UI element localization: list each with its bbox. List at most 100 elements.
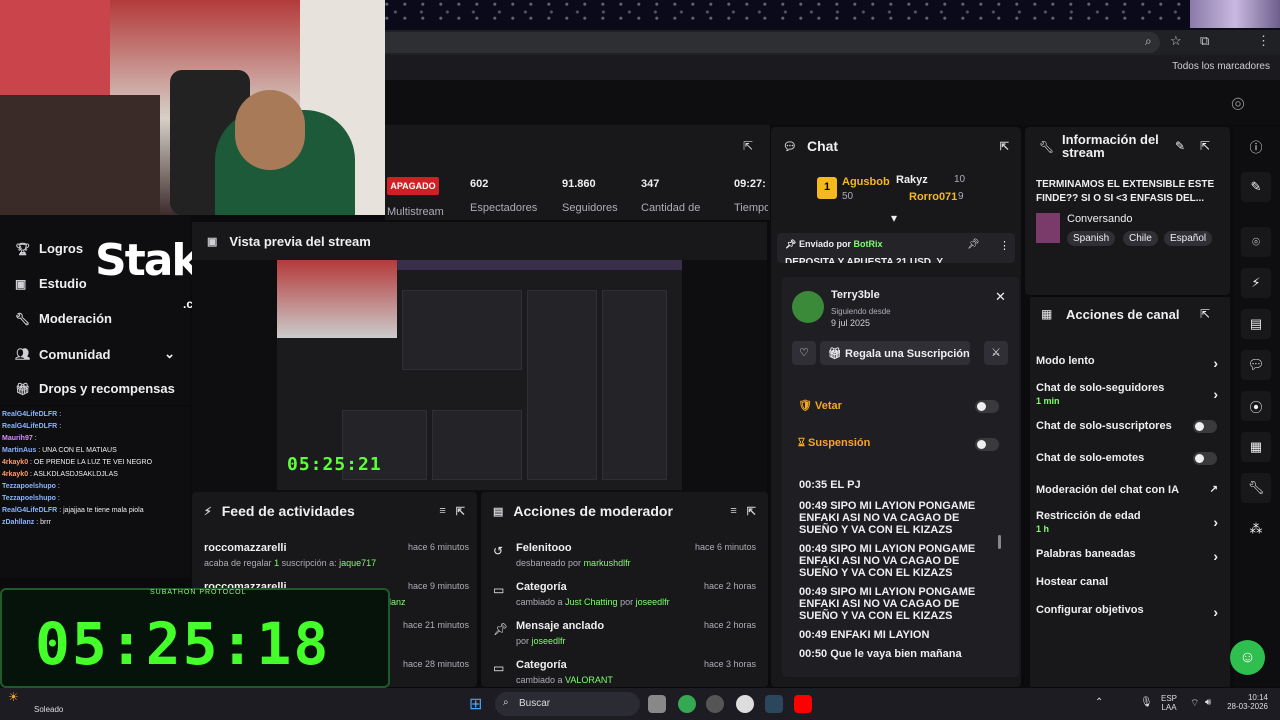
extensions-icon[interactable]: ⧉ — [1200, 33, 1209, 49]
popout-icon[interactable]: ⇱ — [1200, 139, 1210, 153]
user-message-history: 00:35 EL PJ 00:49 SIPO MI LAYION PONGAME… — [799, 479, 994, 660]
mod-action-item[interactable]: 📌︎ Mensaje anclado por joseedlfr hace 2 … — [493, 620, 756, 646]
action-ai-moderation[interactable]: Moderación del chat con IA ↗ — [1036, 484, 1224, 496]
task-view-icon[interactable] — [648, 695, 666, 713]
category-name[interactable]: Conversando — [1067, 213, 1132, 225]
mod-action-desc: cambiado a VALORANT — [516, 675, 613, 685]
tag-chip[interactable]: Español — [1164, 231, 1213, 246]
feed-item[interactable]: roccomazzarelli acaba de regalar 1 suscr… — [204, 542, 469, 568]
windows-start-icon[interactable]: ⊞ — [469, 694, 482, 714]
follow-heart-button[interactable]: ♡ — [792, 341, 816, 365]
taskbar-search-input[interactable]: ⌕ Buscar — [495, 692, 640, 716]
youtube-icon[interactable] — [794, 695, 812, 713]
wrench-icon: 🔧︎ — [1039, 140, 1055, 154]
filter-icon[interactable]: ≡ — [730, 505, 736, 517]
unpin-icon[interactable]: 📌︎ — [967, 239, 980, 250]
browser-menu-icon[interactable]: ⋮ — [1257, 33, 1270, 49]
address-bar[interactable] — [385, 32, 1160, 53]
sidebar-item-comunidad[interactable]: 👥︎ Comunidad ⌄ — [15, 346, 175, 362]
broadcast-icon[interactable]: ⦿ — [1241, 391, 1271, 421]
scrollbar[interactable] — [998, 535, 1001, 549]
wrench-icon[interactable]: 🔧︎ — [1241, 473, 1271, 503]
profile-picture-thumbnail — [1190, 0, 1280, 28]
clock[interactable]: 10:14 28-03-2026 — [1226, 693, 1268, 711]
ban-toggle[interactable] — [975, 400, 999, 413]
top-gifter-rank-badge: 1 — [817, 177, 837, 199]
action-followers-only[interactable]: Chat de solo-seguidores 1 min › — [1036, 382, 1224, 406]
network-icon[interactable]: ⌔ — [1190, 697, 1199, 710]
top-gifter-name[interactable]: Agusbob — [842, 176, 890, 188]
app-icon[interactable] — [706, 695, 724, 713]
microphone-icon[interactable]: 🎙︎ — [1140, 697, 1153, 708]
popout-icon[interactable]: ⇱ — [747, 505, 756, 518]
close-icon[interactable]: ✕ — [995, 289, 1006, 305]
stat-followers-label: Seguidores — [562, 202, 618, 214]
user-avatar-icon[interactable]: ◎ — [1231, 93, 1245, 113]
tag-chip[interactable]: Spanish — [1067, 231, 1116, 246]
chevron-right-icon: › — [1213, 604, 1218, 620]
all-bookmarks-button[interactable]: Todos los marcadores — [1172, 61, 1270, 72]
action-configure-goals[interactable]: Configurar objetivos › — [1036, 604, 1224, 620]
mod-action-item[interactable]: ▭ Categoría cambiado a Just Chatting por… — [493, 581, 756, 607]
activity-feed-title: Feed de actividades — [221, 503, 355, 519]
pinned-message-header: 📌︎ Enviado por BotRix — [785, 239, 883, 249]
info-icon[interactable]: ⓘ — [1241, 131, 1271, 161]
pinned-message-text: DEPOSITA Y APUESTA 21 USD, Y — [785, 257, 944, 263]
bookmark-star-icon[interactable]: ☆ — [1170, 33, 1182, 49]
mod-action-item[interactable]: ▭ Categoría cambiado a VALORANT hace 3 h… — [493, 659, 756, 685]
chrome-icon[interactable] — [678, 695, 696, 713]
heart-icon: ♡ — [799, 347, 809, 359]
action-banned-words[interactable]: Palabras baneadas › — [1036, 548, 1224, 564]
sidebar-item-logros[interactable]: 🏆︎ Logros — [15, 241, 83, 256]
community-icon[interactable]: ⁂ — [1241, 514, 1271, 544]
media-player-icon[interactable] — [736, 695, 754, 713]
steam-icon[interactable] — [765, 695, 783, 713]
pinned-message[interactable]: 📌︎ Enviado por BotRix DEPOSITA Y APUESTA… — [777, 233, 1015, 263]
top-gifter-name[interactable]: Rakyz — [896, 174, 928, 186]
sidebar-item-moderacion[interactable]: 🔧︎ Moderación — [15, 311, 112, 326]
tag-chip[interactable]: Chile — [1123, 231, 1158, 246]
action-age-restriction[interactable]: Restricción de edad 1 h › — [1036, 510, 1224, 534]
popout-icon[interactable]: ⇱ — [743, 139, 753, 153]
mod-tools-button[interactable]: ⚔︎ — [984, 341, 1008, 365]
bolt-icon[interactable]: ⚡︎ — [1241, 268, 1271, 298]
chevron-up-icon[interactable]: ⌃ — [1095, 697, 1103, 708]
chatlog-line: RealG4LifeDLFR : jajajjaa te tiene mala … — [2, 507, 144, 514]
weather-icon[interactable]: ☀︎ — [8, 690, 19, 704]
user-card-name[interactable]: Terry3ble — [831, 289, 880, 301]
mod-action-desc: por joseedlfr — [516, 636, 566, 646]
weather-label[interactable]: Soleado — [34, 705, 63, 714]
edit-icon[interactable]: ✎ — [1241, 172, 1271, 202]
feed-item-time: hace 9 minutos — [407, 581, 469, 591]
document-icon[interactable]: ▤ — [1241, 309, 1271, 339]
sidebar-item-drops[interactable]: 🎁︎ Drops y recompensas — [15, 381, 175, 396]
popout-icon[interactable]: ⇱ — [1200, 307, 1210, 321]
help-icon[interactable]: ☺ — [1230, 640, 1265, 675]
top-gifter-name[interactable]: Rorro071 — [909, 191, 957, 203]
sidebar-item-estudio[interactable]: ▣ Estudio — [15, 276, 87, 291]
edit-icon[interactable]: ✎ — [1175, 139, 1185, 153]
chat-bubble-icon[interactable]: 💬︎ — [1241, 350, 1271, 380]
filter-icon[interactable]: ≡ — [439, 505, 445, 517]
emotes-only-toggle[interactable] — [1193, 452, 1217, 465]
language-indicator[interactable]: ESP LAA — [1161, 694, 1177, 712]
subscribers-only-toggle[interactable] — [1193, 420, 1217, 433]
zoom-icon[interactable]: ⌕ — [1145, 34, 1152, 49]
clip-icon[interactable]: ⌾ — [1241, 227, 1271, 257]
gift-sub-button[interactable]: 🎁︎ Regala una Suscripción — [820, 341, 970, 365]
timeout-toggle[interactable] — [975, 438, 999, 451]
action-slow-mode[interactable]: Modo lento › — [1036, 355, 1224, 371]
popout-icon[interactable]: ⇱ — [1000, 140, 1009, 153]
channel-actions-title: Acciones de canal — [1066, 307, 1180, 322]
dashboard-icon[interactable]: ▦ — [1241, 432, 1271, 462]
collapse-gifters-icon[interactable]: ▾ — [891, 211, 897, 225]
chevron-right-icon: › — [1213, 514, 1218, 530]
chatlog-line: 4rkayk0 : ASLKDLASDJSAKLDJLAS — [2, 471, 118, 478]
more-options-icon[interactable]: ⋮ — [999, 239, 1010, 252]
volume-icon[interactable]: 🔊︎ — [1205, 697, 1211, 708]
overlay-chat-log: RealG4LifeDLFR : RealG4LifeDLFR : Maurih… — [0, 407, 190, 577]
mod-action-item[interactable]: ↺ Felenitooo desbaneado por markushdlfr … — [493, 542, 756, 568]
popout-icon[interactable]: ⇱ — [456, 505, 465, 518]
chevron-right-icon: › — [1213, 548, 1218, 564]
action-host-channel[interactable]: Hostear canal — [1036, 576, 1224, 588]
